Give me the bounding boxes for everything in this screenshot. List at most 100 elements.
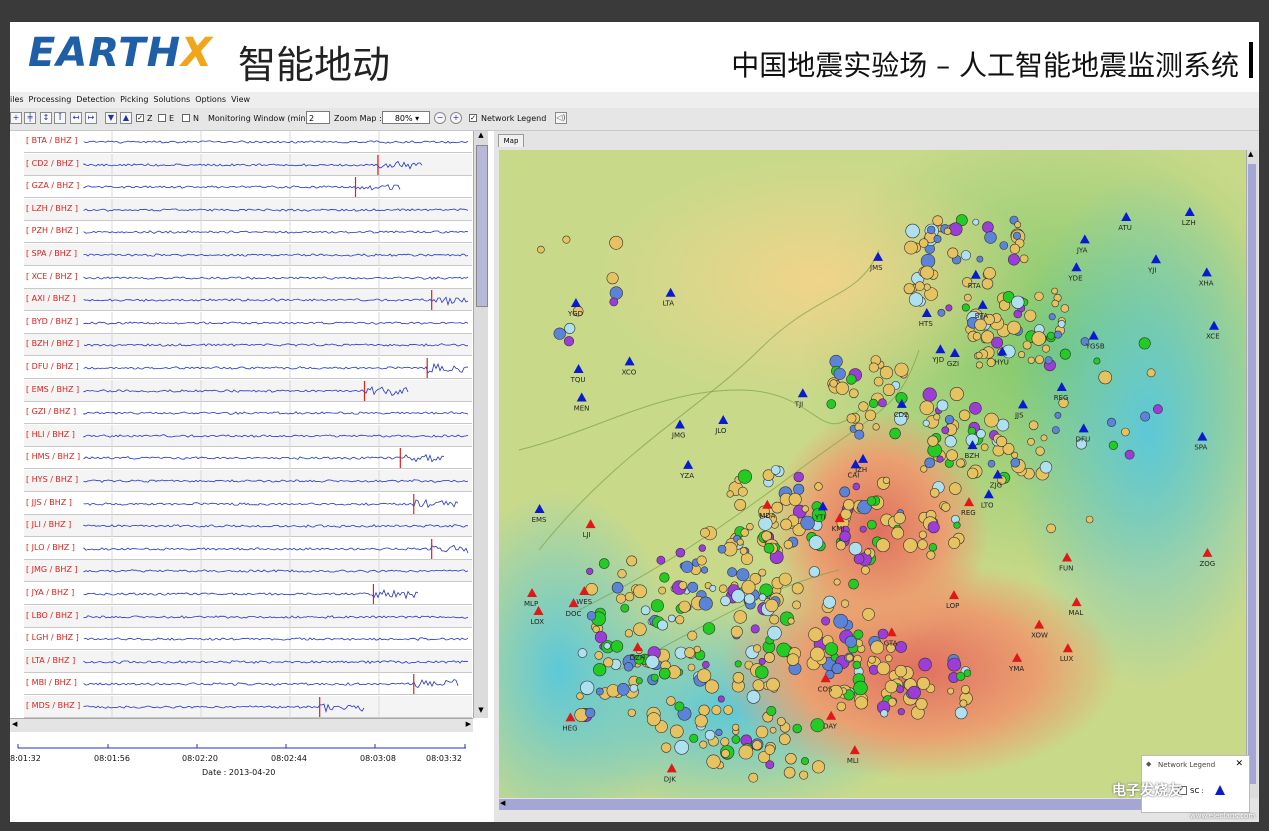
earthquake-event-marker[interactable] [1048, 313, 1056, 321]
earthquake-event-marker[interactable] [903, 283, 915, 295]
earthquake-event-marker[interactable] [616, 593, 627, 604]
earthquake-event-marker[interactable] [687, 663, 696, 672]
earthquake-event-marker[interactable] [984, 412, 999, 428]
earthquake-event-marker[interactable] [1039, 461, 1053, 474]
earthquake-event-marker[interactable] [826, 399, 837, 409]
earthquake-event-marker[interactable] [577, 648, 588, 658]
earthquake-event-marker[interactable] [1051, 426, 1060, 434]
scroll-down-icon[interactable]: ▼ [475, 706, 487, 718]
earthquake-event-marker[interactable] [1018, 351, 1026, 359]
waveform-horizontal-scrollbar[interactable]: ◀ ▶ [10, 718, 473, 732]
earthquake-event-marker[interactable] [737, 469, 752, 484]
scroll-thumb[interactable] [476, 145, 488, 307]
earthquake-event-marker[interactable] [720, 595, 731, 607]
earthquake-event-marker[interactable] [603, 657, 614, 668]
earthquake-event-marker[interactable] [960, 684, 970, 694]
earthquake-event-marker[interactable] [1051, 287, 1058, 295]
earthquake-event-marker[interactable] [877, 398, 887, 408]
earthquake-event-marker[interactable] [879, 366, 894, 380]
earthquake-event-marker[interactable] [675, 615, 685, 625]
earthquake-event-marker[interactable] [788, 492, 802, 506]
earthquake-event-marker[interactable] [858, 401, 869, 412]
earthquake-event-marker[interactable] [907, 685, 921, 700]
earthquake-event-marker[interactable] [661, 742, 672, 753]
trace-row[interactable]: [ MBI / BHZ ] [24, 673, 472, 696]
earthquake-event-marker[interactable] [711, 705, 722, 715]
earthquake-event-marker[interactable] [720, 737, 730, 747]
earthquake-event-marker[interactable] [941, 426, 950, 435]
earthquake-event-marker[interactable] [1146, 368, 1156, 378]
earthquake-event-marker[interactable] [833, 613, 849, 629]
earthquake-event-marker[interactable] [956, 458, 965, 468]
earthquake-event-marker[interactable] [595, 687, 604, 696]
earthquake-event-marker[interactable] [702, 622, 716, 635]
earthquake-event-marker[interactable] [864, 548, 872, 556]
earthquake-event-marker[interactable] [696, 555, 707, 566]
earthquake-event-marker[interactable] [764, 652, 775, 663]
earthquake-event-marker[interactable] [717, 544, 727, 554]
menu-item-detection[interactable]: Detection [76, 95, 115, 104]
earthquake-event-marker[interactable] [700, 566, 709, 574]
earthquake-event-marker[interactable] [668, 614, 676, 623]
earthquake-event-marker[interactable] [1124, 449, 1135, 460]
map-scroll-up-icon[interactable]: ▲ [1248, 150, 1253, 158]
earthquake-event-marker[interactable] [666, 696, 676, 706]
earthquake-event-marker[interactable] [592, 625, 600, 633]
checkbox-z[interactable]: ✓ [136, 114, 144, 122]
earthquake-event-marker[interactable] [563, 336, 575, 347]
menu-item-solutions[interactable]: Solutions [153, 95, 190, 104]
earthquake-event-marker[interactable] [1046, 523, 1056, 534]
earthquake-event-marker[interactable] [945, 304, 953, 312]
earthquake-event-marker[interactable] [982, 221, 994, 233]
earthquake-event-marker[interactable] [783, 766, 796, 779]
earthquake-event-marker[interactable] [854, 696, 869, 710]
earthquake-event-marker[interactable] [1035, 355, 1044, 364]
scroll-right-icon[interactable]: ▶ [466, 720, 471, 728]
earthquake-event-marker[interactable] [922, 419, 930, 427]
earthquake-event-marker[interactable] [1008, 253, 1020, 266]
earthquake-event-marker[interactable] [836, 701, 846, 712]
earthquake-event-marker[interactable] [609, 286, 623, 300]
tab-map[interactable]: Map [498, 134, 524, 147]
earthquake-event-marker[interactable] [987, 459, 996, 468]
earthquake-event-marker[interactable] [903, 538, 918, 553]
earthquake-event-marker[interactable] [916, 676, 930, 690]
earthquake-event-marker[interactable] [947, 657, 962, 672]
earthquake-event-marker[interactable] [658, 667, 671, 680]
earthquake-event-marker[interactable] [674, 739, 689, 755]
earthquake-event-marker[interactable] [1140, 411, 1151, 422]
earthquake-event-marker[interactable] [1108, 440, 1119, 451]
earthquake-event-marker[interactable] [949, 482, 962, 495]
earthquake-event-marker[interactable] [860, 565, 870, 575]
earthquake-event-marker[interactable] [1011, 295, 1025, 309]
earthquake-event-marker[interactable] [954, 706, 968, 720]
earthquake-event-marker[interactable] [1009, 243, 1021, 254]
earthquake-event-marker[interactable] [1093, 357, 1101, 365]
earthquake-event-marker[interactable] [872, 423, 880, 431]
earthquake-event-marker[interactable] [778, 733, 791, 746]
earthquake-event-marker[interactable] [1028, 420, 1039, 431]
earthquake-event-marker[interactable] [748, 772, 759, 783]
earthquake-event-marker[interactable] [821, 616, 831, 626]
earthquake-event-marker[interactable] [936, 399, 949, 412]
earthquake-event-marker[interactable] [882, 383, 896, 396]
earthquake-event-marker[interactable] [687, 630, 698, 641]
earthquake-event-marker[interactable] [852, 482, 860, 491]
earthquake-event-marker[interactable] [953, 521, 961, 529]
trace-row[interactable]: [ DFU / BHZ ] [24, 357, 472, 379]
earthquake-event-marker[interactable] [787, 617, 795, 625]
earthquake-event-marker[interactable] [758, 568, 767, 577]
earthquake-event-marker[interactable] [975, 351, 983, 359]
earthquake-event-marker[interactable] [738, 744, 754, 760]
earthquake-event-marker[interactable] [704, 729, 716, 741]
scroll-up-icon[interactable]: ▲ [475, 131, 487, 143]
earthquake-event-marker[interactable] [923, 283, 931, 291]
earthquake-event-marker[interactable] [770, 465, 781, 475]
earthquake-event-marker[interactable] [868, 398, 879, 408]
trace-row[interactable]: [ JJS / BHZ ] [24, 492, 472, 515]
earthquake-event-marker[interactable] [586, 611, 597, 621]
move-up-button[interactable]: ▲ [120, 112, 132, 124]
earthquake-event-marker[interactable] [1034, 291, 1044, 301]
earthquake-event-marker[interactable] [741, 580, 756, 595]
earthquake-event-marker[interactable] [835, 540, 846, 551]
